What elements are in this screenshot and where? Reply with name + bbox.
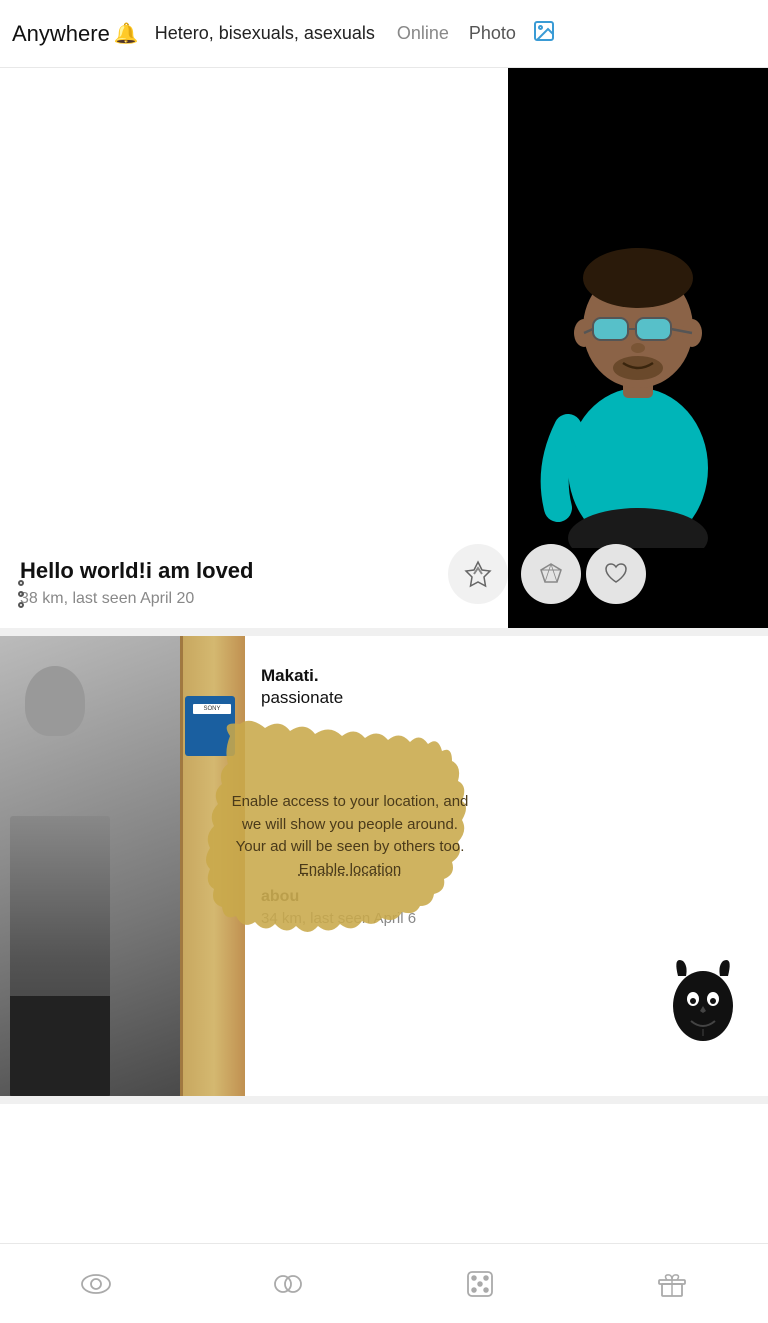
nav-gifts[interactable]	[632, 1254, 712, 1314]
orientation-filter[interactable]: Hetero, bisexuals, asexuals	[155, 23, 375, 44]
profile-card-1: Hello world!i am loved 38 km, last seen …	[0, 68, 768, 636]
location-filter[interactable]: Anywhere 🔔	[12, 21, 139, 47]
profile-card-2: SONY Makati. passionate abou 34 km, last…	[0, 636, 768, 1104]
tooltip-text: Enable access to your location, and we w…	[200, 771, 500, 901]
user1-name: Hello world!i am loved	[20, 558, 488, 584]
photo-filter[interactable]: Photo	[469, 23, 516, 44]
online-filter[interactable]: Online	[397, 23, 449, 44]
chat-icon	[270, 1266, 306, 1302]
user2-desc: passionate	[261, 688, 752, 708]
bottom-navigation	[0, 1243, 768, 1323]
dot-3	[18, 602, 24, 608]
diamond-button[interactable]	[521, 544, 581, 604]
more-button[interactable]	[638, 544, 698, 604]
dice-icon	[462, 1266, 498, 1302]
photo-filter-icon	[532, 19, 556, 48]
devil-mask-icon	[658, 951, 748, 1056]
location-bell-icon: 🔔	[114, 21, 139, 46]
location-tooltip[interactable]: Enable access to your location, and we w…	[200, 716, 500, 956]
nav-browse[interactable]	[56, 1254, 136, 1314]
nav-random[interactable]	[440, 1254, 520, 1314]
dot-2	[18, 591, 24, 597]
nav-chat[interactable]	[248, 1254, 328, 1314]
card1-left: Hello world!i am loved 38 km, last seen …	[0, 68, 508, 628]
eye-icon	[78, 1266, 114, 1302]
boost-button[interactable]	[448, 544, 508, 604]
enable-location-link[interactable]: Enable location	[299, 861, 402, 878]
gift-icon	[654, 1266, 690, 1302]
top-navigation: Anywhere 🔔 Hetero, bisexuals, asexuals O…	[0, 0, 768, 68]
location-label: Anywhere	[12, 21, 110, 47]
three-dots-menu[interactable]	[18, 580, 24, 608]
user2-location: Makati.	[261, 666, 752, 686]
user1-meta: 38 km, last seen April 20	[20, 590, 488, 608]
dot-1	[18, 580, 24, 586]
like-button[interactable]	[586, 544, 646, 604]
